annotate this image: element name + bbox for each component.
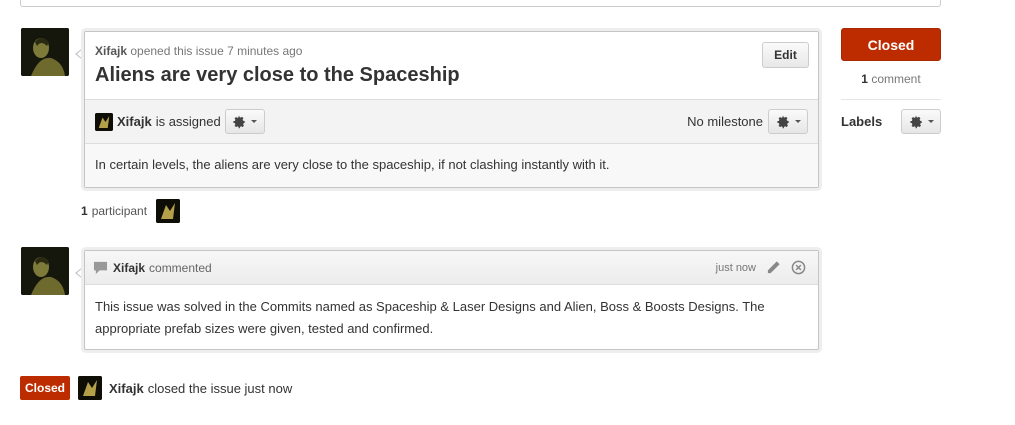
assignee-settings-button[interactable] — [224, 109, 265, 134]
labels-heading: Labels — [841, 114, 883, 129]
closed-badge: Closed — [20, 376, 71, 400]
caret-down-icon — [794, 120, 801, 123]
event-text: closed the issue just now — [147, 380, 293, 396]
issue-author-link[interactable]: Xifajk — [95, 44, 127, 58]
issue-meta: Xifajk opened this issue 7 minutes ago — [95, 44, 808, 58]
participant-count: 1 — [81, 204, 88, 218]
closed-event: Closed Xifajk closed the issue just now — [20, 376, 292, 400]
issue-header: Xifajk opened this issue 7 minutes ago A… — [85, 32, 818, 99]
assignee-section: Xifajk is assigned — [95, 109, 265, 134]
comment-count-label: comment — [871, 72, 921, 86]
comment-author-link[interactable]: Xifajk — [113, 261, 145, 275]
gear-icon — [776, 115, 789, 128]
comment-action: commented — [149, 260, 212, 275]
sidebar-divider — [841, 99, 941, 100]
labels-section: Labels — [841, 109, 941, 134]
participant-label: participant — [91, 204, 148, 218]
pencil-icon[interactable] — [766, 260, 781, 275]
caret-down-icon — [927, 120, 934, 123]
assigned-text: is assigned — [155, 114, 221, 129]
comment-header: Xifajk commented just now — [85, 251, 818, 285]
previous-panel-edge — [20, 0, 941, 7]
delete-icon[interactable] — [791, 260, 806, 275]
issue-opened-text: opened this issue 7 minutes ago — [130, 44, 303, 58]
issue-assign-bar: Xifajk is assigned No milestone — [85, 99, 818, 144]
milestone-text: No milestone — [687, 114, 763, 129]
issue-panel: Xifajk opened this issue 7 minutes ago A… — [84, 31, 819, 188]
participants-summary: 1 participant — [81, 199, 181, 223]
gear-icon — [233, 115, 245, 128]
comment-count: 1 comment — [841, 72, 941, 86]
gear-icon — [909, 115, 922, 128]
comment-time[interactable]: just now — [716, 262, 756, 274]
labels-settings-button[interactable] — [901, 109, 941, 134]
issue-body: In certain levels, the aliens are very c… — [85, 144, 818, 187]
event-actor-avatar[interactable] — [78, 376, 103, 400]
milestone-settings-button[interactable] — [768, 109, 808, 134]
commenter-avatar[interactable] — [21, 247, 69, 295]
issue-state-button[interactable]: Closed — [841, 28, 941, 61]
edit-button[interactable]: Edit — [762, 42, 809, 68]
event-actor-link[interactable]: Xifajk — [109, 381, 144, 396]
comment-icon — [93, 261, 108, 274]
assignee-avatar[interactable] — [95, 112, 113, 131]
assignee-name[interactable]: Xifajk — [117, 114, 152, 129]
caret-down-icon — [251, 120, 258, 123]
comment-body: This issue was solved in the Commits nam… — [95, 299, 765, 336]
milestone-section: No milestone — [687, 109, 808, 134]
issue-title: Aliens are very close to the Spaceship — [95, 64, 460, 86]
comment-actions: just now — [716, 260, 806, 275]
comment-panel: Xifajk commented just now This issue was… — [84, 250, 819, 350]
comment-count-number: 1 — [861, 72, 868, 86]
author-avatar[interactable] — [21, 28, 69, 76]
participant-avatar[interactable] — [156, 199, 181, 223]
